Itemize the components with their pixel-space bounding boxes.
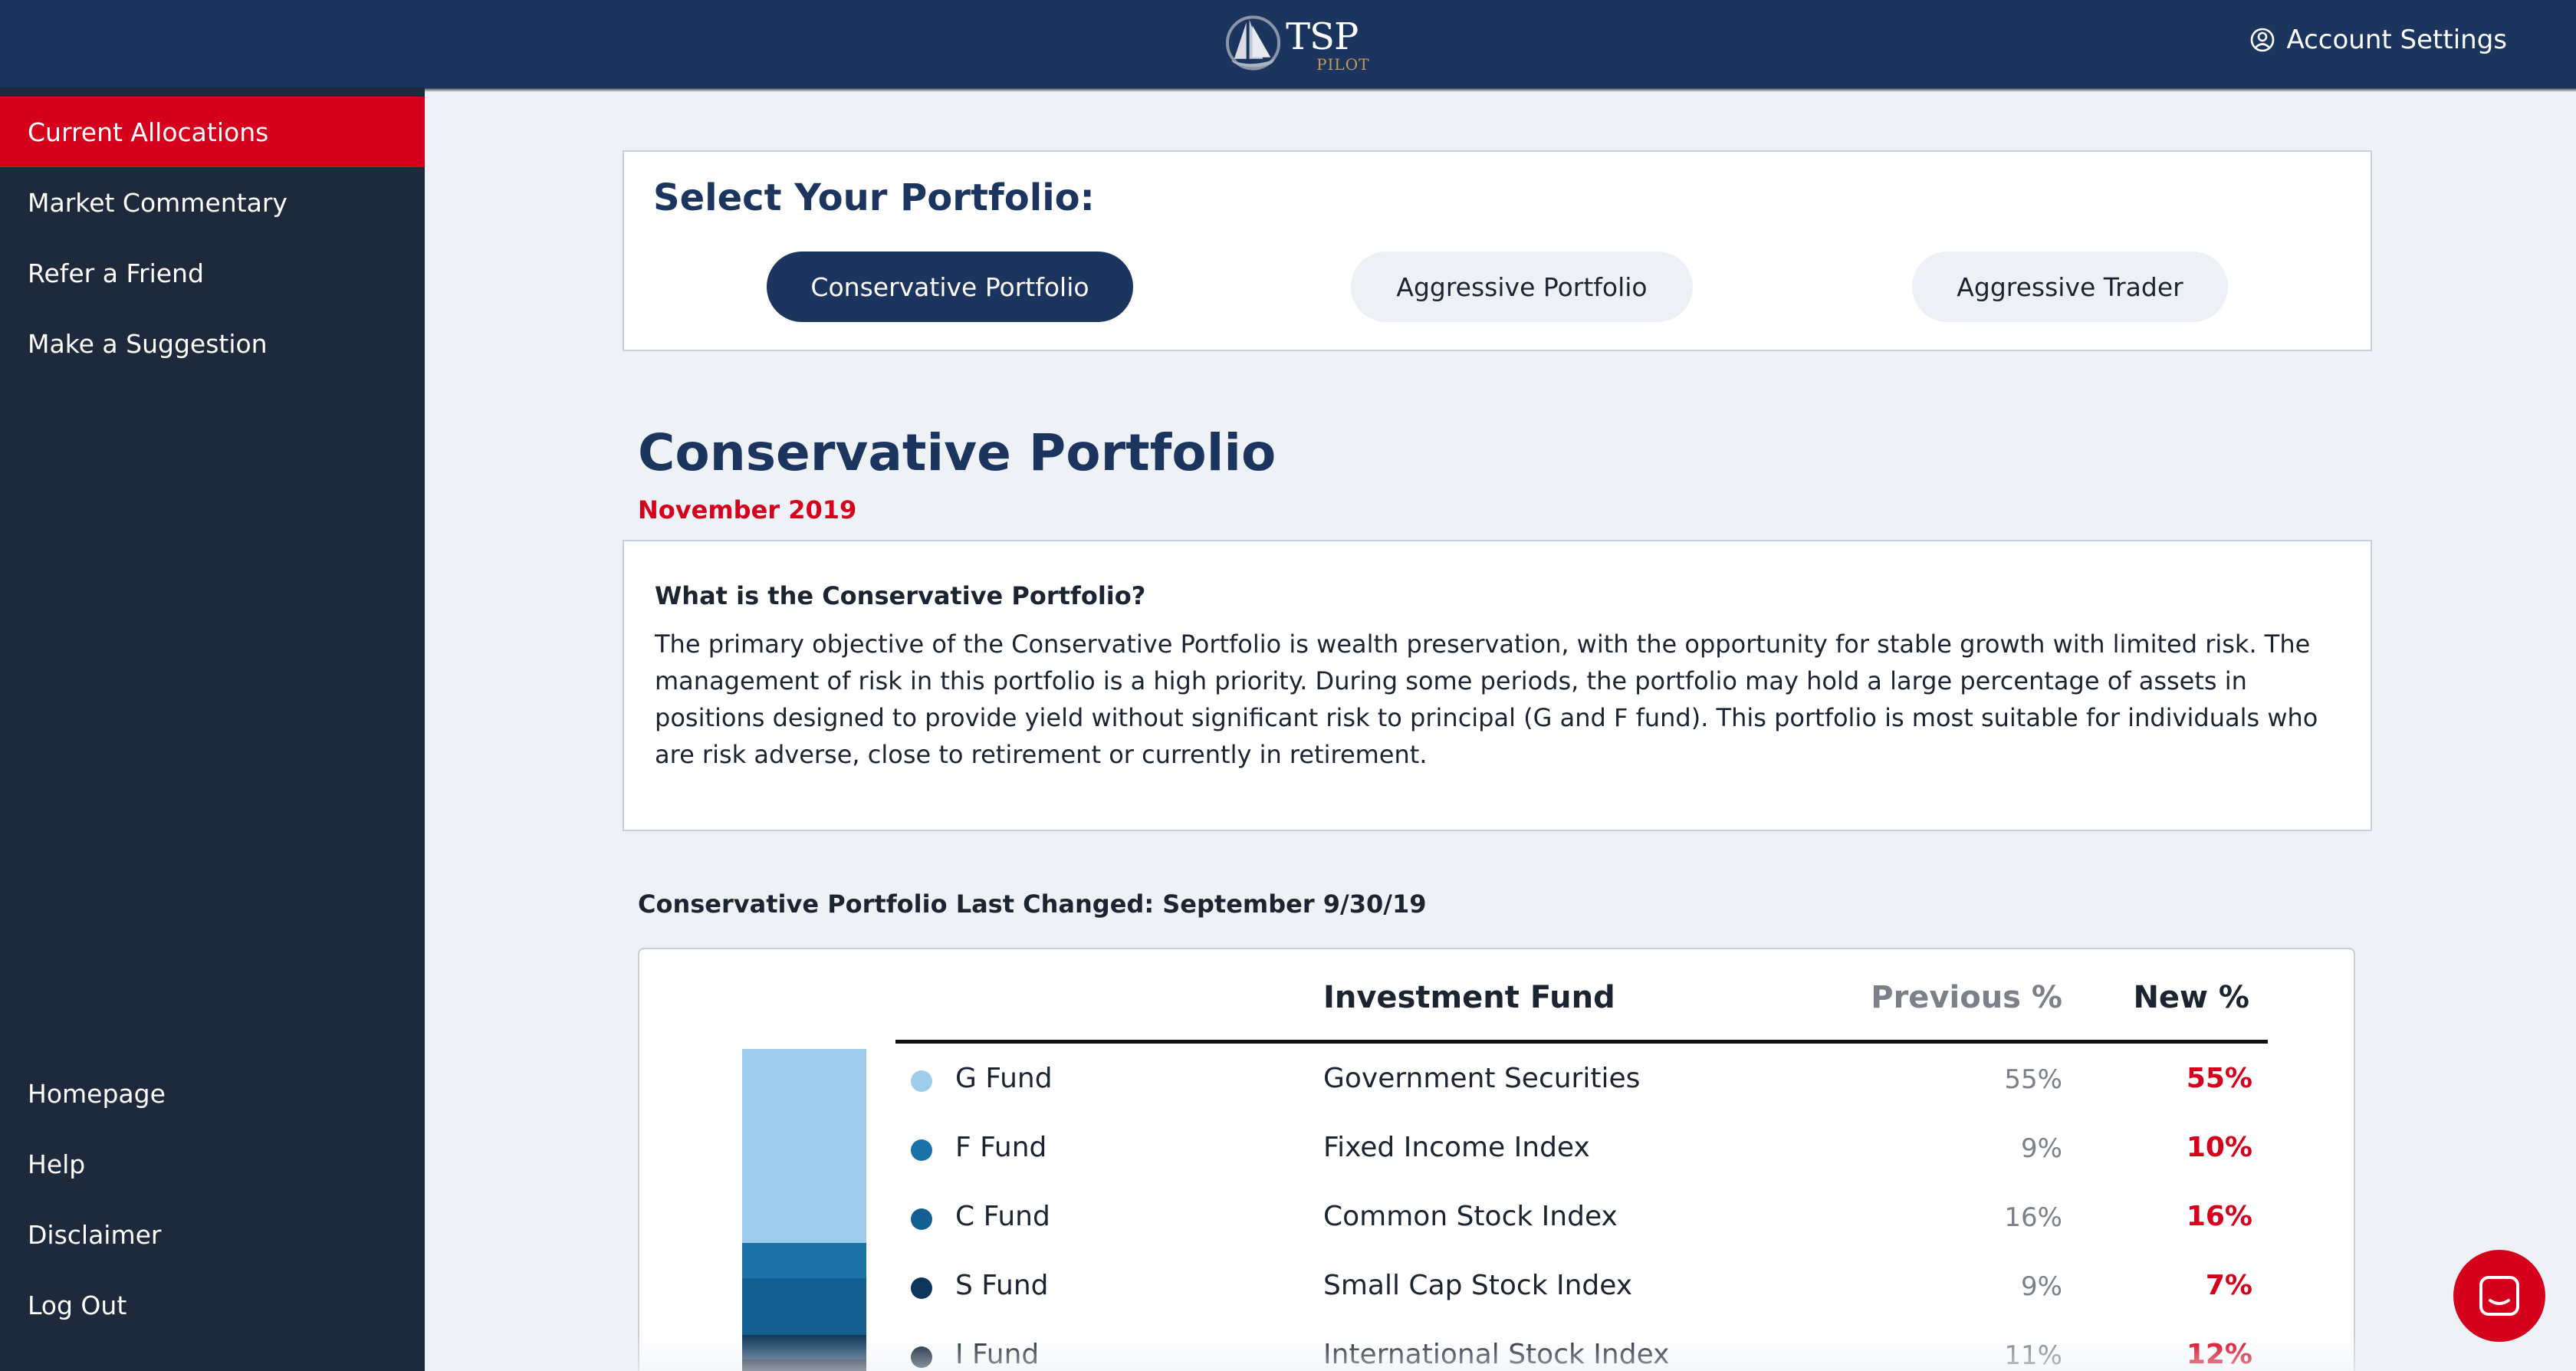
fund-code: C Fund: [955, 1201, 1050, 1232]
account-settings-label: Account Settings: [2286, 25, 2507, 55]
account-settings-link[interactable]: Account Settings: [2249, 25, 2507, 55]
previous-percent: 16%: [2004, 1202, 2062, 1233]
fund-name: Common Stock Index: [1323, 1201, 1618, 1232]
table-row: F Fund Fixed Income Index 9% 10%: [895, 1113, 2268, 1182]
user-circle-icon: [2251, 28, 2275, 52]
sidebar-item-label: Homepage: [28, 1078, 166, 1109]
sidebar-item-label: Market Commentary: [28, 187, 288, 218]
stack-segment-i-fund: [742, 1359, 866, 1371]
table-row: C Fund Common Stock Index 16% 16%: [895, 1182, 2268, 1251]
fund-name: Small Cap Stock Index: [1323, 1270, 1633, 1301]
fund-color-dot: [911, 1346, 932, 1368]
chat-icon: [2479, 1276, 2519, 1316]
sidebar-item-current-allocations[interactable]: Current Allocations: [0, 97, 425, 167]
fund-code: I Fund: [955, 1339, 1040, 1370]
sidebar-item-label: Help: [28, 1149, 86, 1179]
chat-launcher-button[interactable]: [2453, 1250, 2545, 1342]
table-row: I Fund International Stock Index 11% 12%: [895, 1320, 2268, 1371]
sidebar-item-disclaimer[interactable]: Disclaimer: [0, 1199, 425, 1270]
sidebar-item-homepage[interactable]: Homepage: [0, 1058, 425, 1129]
previous-percent: 9%: [2021, 1133, 2062, 1164]
page-title: Conservative Portfolio: [638, 423, 1276, 482]
sidebar-item-make-a-suggestion[interactable]: Make a Suggestion: [0, 308, 425, 379]
portfolio-selector-title: Select Your Portfolio:: [653, 176, 1095, 219]
sidebar-item-label: Current Allocations: [28, 117, 269, 147]
sailing-ship-icon: [1225, 15, 1281, 71]
sidebar-item-help[interactable]: Help: [0, 1129, 425, 1199]
sidebar-item-label: Log Out: [28, 1290, 127, 1320]
conservative-portfolio-button[interactable]: Conservative Portfolio: [767, 252, 1133, 322]
sidebar-item-label: Disclaimer: [28, 1219, 162, 1250]
stack-segment-g-fund: [742, 1049, 866, 1243]
fund-code: G Fund: [955, 1063, 1053, 1094]
table-row: S Fund Small Cap Stock Index 9% 7%: [895, 1251, 2268, 1320]
sidebar-item-log-out[interactable]: Log Out: [0, 1270, 425, 1340]
logo-tsp: TSP: [1286, 15, 1359, 58]
fund-code: F Fund: [955, 1132, 1047, 1163]
last-changed-text: Conservative Portfolio Last Changed: Sep…: [638, 889, 1427, 919]
fund-name: Fixed Income Index: [1323, 1132, 1590, 1163]
stack-segment-f-fund: [742, 1243, 866, 1278]
new-percent: 16%: [2186, 1201, 2252, 1232]
new-percent: 55%: [2186, 1063, 2252, 1094]
new-percent: 7%: [2205, 1270, 2252, 1301]
sidebar: Current Allocations Market Commentary Re…: [0, 87, 425, 1371]
previous-percent: 55%: [2004, 1064, 2062, 1095]
sidebar-item-market-commentary[interactable]: Market Commentary: [0, 167, 425, 238]
aggressive-trader-button[interactable]: Aggressive Trader: [1912, 252, 2228, 322]
fund-color-dot: [911, 1277, 932, 1299]
new-percent: 12%: [2186, 1339, 2252, 1370]
fund-code: S Fund: [955, 1270, 1049, 1301]
description-title: What is the Conservative Portfolio?: [655, 581, 1146, 610]
new-percent: 10%: [2186, 1132, 2252, 1163]
fund-color-dot: [911, 1139, 932, 1161]
header-new-percent: New %: [2133, 980, 2249, 1015]
top-bar: TSP PILOT Account Settings: [0, 0, 2576, 87]
previous-percent: 9%: [2021, 1271, 2062, 1302]
stack-segment-s-fund: [742, 1334, 866, 1359]
sidebar-item-refer-a-friend[interactable]: Refer a Friend: [0, 238, 425, 308]
previous-percent: 11%: [2004, 1340, 2062, 1371]
logo-pilot: PILOT: [1316, 55, 1370, 74]
logo-text: TSP PILOT: [1286, 11, 1368, 75]
portfolio-date: November 2019: [638, 495, 857, 524]
stack-segment-c-fund: [742, 1278, 866, 1335]
header-divider: [895, 1040, 2268, 1044]
header-investment-fund: Investment Fund: [1323, 980, 1615, 1015]
tsp-pilot-logo[interactable]: TSP PILOT: [1224, 11, 1368, 75]
portfolio-selector-card: Select Your Portfolio: Conservative Port…: [623, 150, 2372, 351]
fund-name: Government Securities: [1323, 1063, 1641, 1094]
allocation-stack-bar: [742, 1049, 866, 1371]
aggressive-portfolio-button[interactable]: Aggressive Portfolio: [1351, 252, 1693, 322]
sidebar-item-label: Make a Suggestion: [28, 328, 268, 359]
header-previous-percent: Previous %: [1871, 980, 2062, 1015]
main-content: Select Your Portfolio: Conservative Port…: [425, 87, 2576, 1371]
portfolio-description-card: What is the Conservative Portfolio? The …: [623, 540, 2372, 831]
fund-name: International Stock Index: [1323, 1339, 1670, 1370]
description-body: The primary objective of the Conservativ…: [655, 630, 2318, 769]
fund-color-dot: [911, 1208, 932, 1230]
allocation-table-card: Investment Fund Previous % New % G Fund …: [638, 948, 2355, 1371]
table-row: G Fund Government Securities 55% 55%: [895, 1044, 2268, 1113]
sidebar-item-label: Refer a Friend: [28, 258, 204, 288]
fund-color-dot: [911, 1070, 932, 1092]
